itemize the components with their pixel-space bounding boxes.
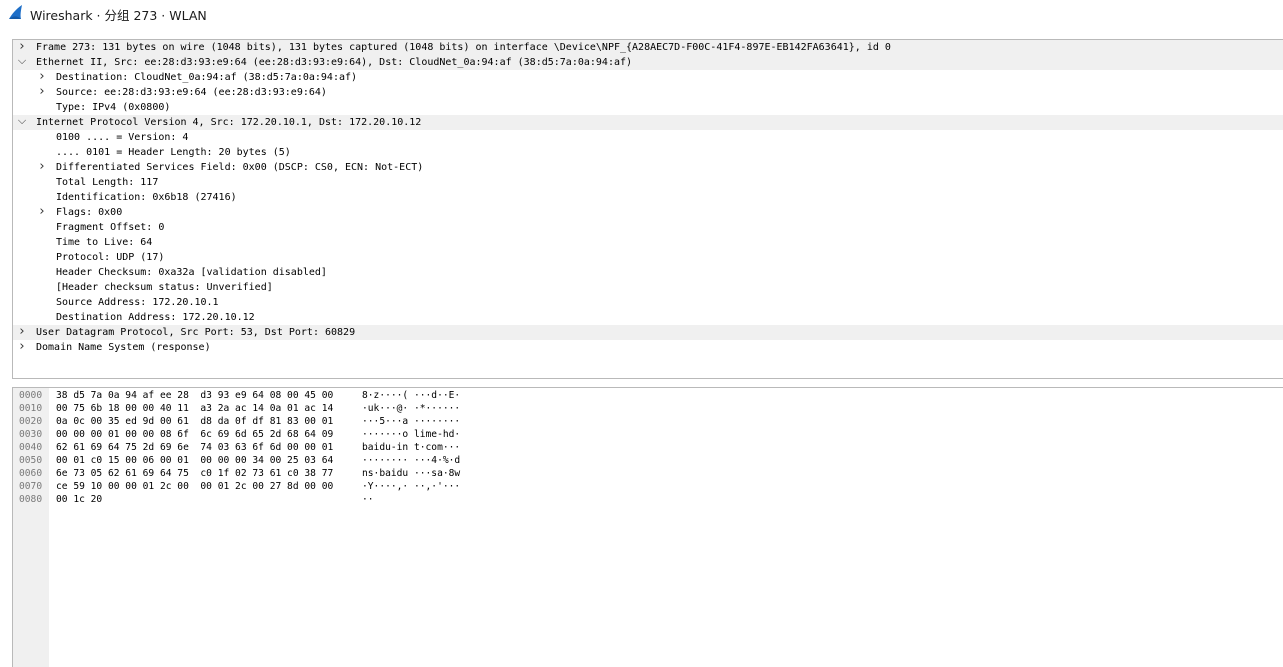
hex-dump-line[interactable]: 0010 00 75 6b 18 00 00 40 11 a3 2a ac 14 … — [13, 402, 513, 415]
tree-row-label: Ethernet II, Src: ee:28:d3:93:e9:64 (ee:… — [36, 57, 633, 68]
tree-row-label: Source: ee:28:d3:93:e9:64 (ee:28:d3:93:e… — [56, 87, 327, 98]
tree-row-label: Domain Name System (response) — [36, 342, 211, 353]
ascii-bytes: ········ ···4·%·d — [362, 455, 461, 466]
hex-dump-line[interactable]: 0060 6e 73 05 62 61 69 64 75 c0 1f 02 73 … — [13, 467, 513, 480]
tree-row[interactable]: .... 0101 = Header Length: 20 bytes (5) — [13, 145, 1283, 160]
hex-dump-line[interactable]: 0050 00 01 c0 15 00 06 00 01 00 00 00 34 … — [13, 454, 513, 467]
hex-offset: 0000 — [19, 390, 43, 401]
hex-dump-line[interactable]: 0000 38 d5 7a 0a 94 af ee 28 d3 93 e9 64 … — [13, 389, 513, 402]
tree-row[interactable]: Fragment Offset: 0 — [13, 220, 1283, 235]
tree-row-label: Total Length: 117 — [56, 177, 159, 188]
tree-row[interactable]: Total Length: 117 — [13, 175, 1283, 190]
hex-bytes: 00 75 6b 18 00 00 40 11 a3 2a ac 14 0a 0… — [56, 403, 334, 414]
tree-row-label: Protocol: UDP (17) — [56, 252, 165, 263]
tree-row[interactable]: Destination Address: 172.20.10.12 — [13, 310, 1283, 325]
tree-row-label: Flags: 0x00 — [56, 207, 123, 218]
tree-row[interactable]: 0100 .... = Version: 4 — [13, 130, 1283, 145]
ascii-bytes: ·······o lime-hd· — [362, 429, 461, 440]
hex-dump-line[interactable]: 0030 00 00 00 01 00 00 08 6f 6c 69 6d 65 … — [13, 428, 513, 441]
hex-offset: 0060 — [19, 468, 43, 479]
tree-row[interactable]: Time to Live: 64 — [13, 235, 1283, 250]
packet-details-tree[interactable]: › Frame 273: 131 bytes on wire (1048 bits… — [12, 39, 1283, 379]
window-titlebar: Wireshark · 分组 273 · WLAN — [0, 0, 1283, 26]
tree-row-label: User Datagram Protocol, Src Port: 53, Ds… — [36, 327, 356, 338]
hex-offset: 0080 — [19, 494, 43, 505]
tree-row[interactable]: Type: IPv4 (0x0800) — [13, 100, 1283, 115]
hex-bytes: 00 00 00 01 00 00 08 6f 6c 69 6d 65 2d 6… — [56, 429, 334, 440]
hex-bytes: 38 d5 7a 0a 94 af ee 28 d3 93 e9 64 08 0… — [56, 390, 334, 401]
tree-row-label: Header Checksum: 0xa32a [validation disa… — [56, 267, 327, 278]
tree-row-label: Type: IPv4 (0x0800) — [56, 102, 171, 113]
ascii-bytes: 8·z····( ···d··E· — [362, 390, 461, 401]
tree-row-label: Identification: 0x6b18 (27416) — [56, 192, 237, 203]
tree-row-label: Internet Protocol Version 4, Src: 172.20… — [36, 117, 422, 128]
ascii-bytes: ·· — [362, 494, 374, 505]
hex-dump-line[interactable]: 0040 62 61 69 64 75 2d 69 6e 74 03 63 6f … — [13, 441, 513, 454]
chevron-down-icon[interactable]: ⌵ — [16, 53, 28, 68]
ascii-bytes: ·uk···@· ·*······ — [362, 403, 461, 414]
hex-offset: 0010 — [19, 403, 43, 414]
tree-row[interactable]: Header Checksum: 0xa32a [validation disa… — [13, 265, 1283, 280]
hex-bytes: 0a 0c 00 35 ed 9d 00 61 d8 da 0f df 81 8… — [56, 416, 334, 427]
tree-row-label: Destination Address: 172.20.10.12 — [56, 312, 255, 323]
hex-offset: 0030 — [19, 429, 43, 440]
hex-dump-line[interactable]: 0080 00 1c 20 ·· — [13, 493, 513, 506]
tree-row[interactable]: › User Datagram Protocol, Src Port: 53, D… — [13, 324, 1283, 340]
hex-dump-line[interactable]: 0070 ce 59 10 00 00 01 2c 00 00 01 2c 00 … — [13, 480, 513, 493]
chevron-down-icon[interactable]: ⌵ — [16, 113, 28, 128]
tree-row-label: Time to Live: 64 — [56, 237, 153, 248]
tree-row-label: [Header checksum status: Unverified] — [56, 282, 273, 293]
tree-row-label: Frame 273: 131 bytes on wire (1048 bits)… — [36, 42, 891, 53]
ascii-bytes: ···5···a ········ — [362, 416, 461, 427]
packet-bytes-pane[interactable]: 0000 38 d5 7a 0a 94 af ee 28 d3 93 e9 64 … — [12, 387, 1283, 667]
hex-bytes: 00 1c 20 — [56, 494, 103, 505]
wireshark-fin-icon — [9, 5, 22, 19]
hex-bytes: ce 59 10 00 00 01 2c 00 00 01 2c 00 27 8… — [56, 481, 334, 492]
hex-bytes: 00 01 c0 15 00 06 00 01 00 00 00 34 00 2… — [56, 455, 334, 466]
tree-row-label: Differentiated Services Field: 0x00 (DSC… — [56, 162, 424, 173]
ascii-bytes: baidu-in t·com··· — [362, 442, 461, 453]
tree-row[interactable]: Source Address: 172.20.10.1 — [13, 295, 1283, 310]
hex-offset: 0020 — [19, 416, 43, 427]
tree-row[interactable]: ⌵ Ethernet II, Src: ee:28:d3:93:e9:64 (ee… — [13, 53, 1283, 70]
tree-row[interactable]: › Source: ee:28:d3:93:e9:64 (ee:28:d3:93:… — [13, 84, 1283, 100]
chevron-right-icon[interactable]: › — [36, 84, 48, 99]
ascii-bytes: ·Y····,· ··,·'··· — [362, 481, 461, 492]
tree-row[interactable]: ⌵ Internet Protocol Version 4, Src: 172.2… — [13, 113, 1283, 130]
hex-bytes: 6e 73 05 62 61 69 64 75 c0 1f 02 73 61 c… — [56, 468, 334, 479]
chevron-right-icon[interactable]: › — [36, 204, 48, 219]
tree-row-label: Fragment Offset: 0 — [56, 222, 165, 233]
hex-bytes: 62 61 69 64 75 2d 69 6e 74 03 63 6f 6d 0… — [56, 442, 334, 453]
hex-offset: 0070 — [19, 481, 43, 492]
tree-row-label: .... 0101 = Header Length: 20 bytes (5) — [56, 147, 291, 158]
hex-dump-line[interactable]: 0020 0a 0c 00 35 ed 9d 00 61 d8 da 0f df … — [13, 415, 513, 428]
tree-row-label: Source Address: 172.20.10.1 — [56, 297, 219, 308]
chevron-right-icon[interactable]: › — [16, 324, 28, 339]
window-title: Wireshark · 分组 273 · WLAN — [30, 8, 207, 23]
tree-row[interactable]: [Header checksum status: Unverified] — [13, 280, 1283, 295]
hex-offset: 0050 — [19, 455, 43, 466]
tree-row[interactable]: Identification: 0x6b18 (27416) — [13, 190, 1283, 205]
tree-row[interactable]: › Destination: CloudNet_0a:94:af (38:d5:7… — [13, 69, 1283, 85]
tree-row[interactable]: Protocol: UDP (17) — [13, 250, 1283, 265]
hex-offset: 0040 — [19, 442, 43, 453]
tree-row[interactable]: › Flags: 0x00 — [13, 204, 1283, 220]
chevron-right-icon[interactable]: › — [16, 40, 28, 54]
chevron-right-icon[interactable]: › — [16, 339, 28, 354]
ascii-bytes: ns·baidu ···sa·8w — [362, 468, 461, 479]
tree-row[interactable]: › Domain Name System (response) — [13, 339, 1283, 355]
tree-row-label: 0100 .... = Version: 4 — [56, 132, 189, 143]
chevron-right-icon[interactable]: › — [36, 69, 48, 84]
tree-row-label: Destination: CloudNet_0a:94:af (38:d5:7a… — [56, 72, 358, 83]
chevron-right-icon[interactable]: › — [36, 159, 48, 174]
tree-row[interactable]: › Frame 273: 131 bytes on wire (1048 bits… — [13, 40, 1283, 55]
tree-row[interactable]: › Differentiated Services Field: 0x00 (DS… — [13, 159, 1283, 175]
